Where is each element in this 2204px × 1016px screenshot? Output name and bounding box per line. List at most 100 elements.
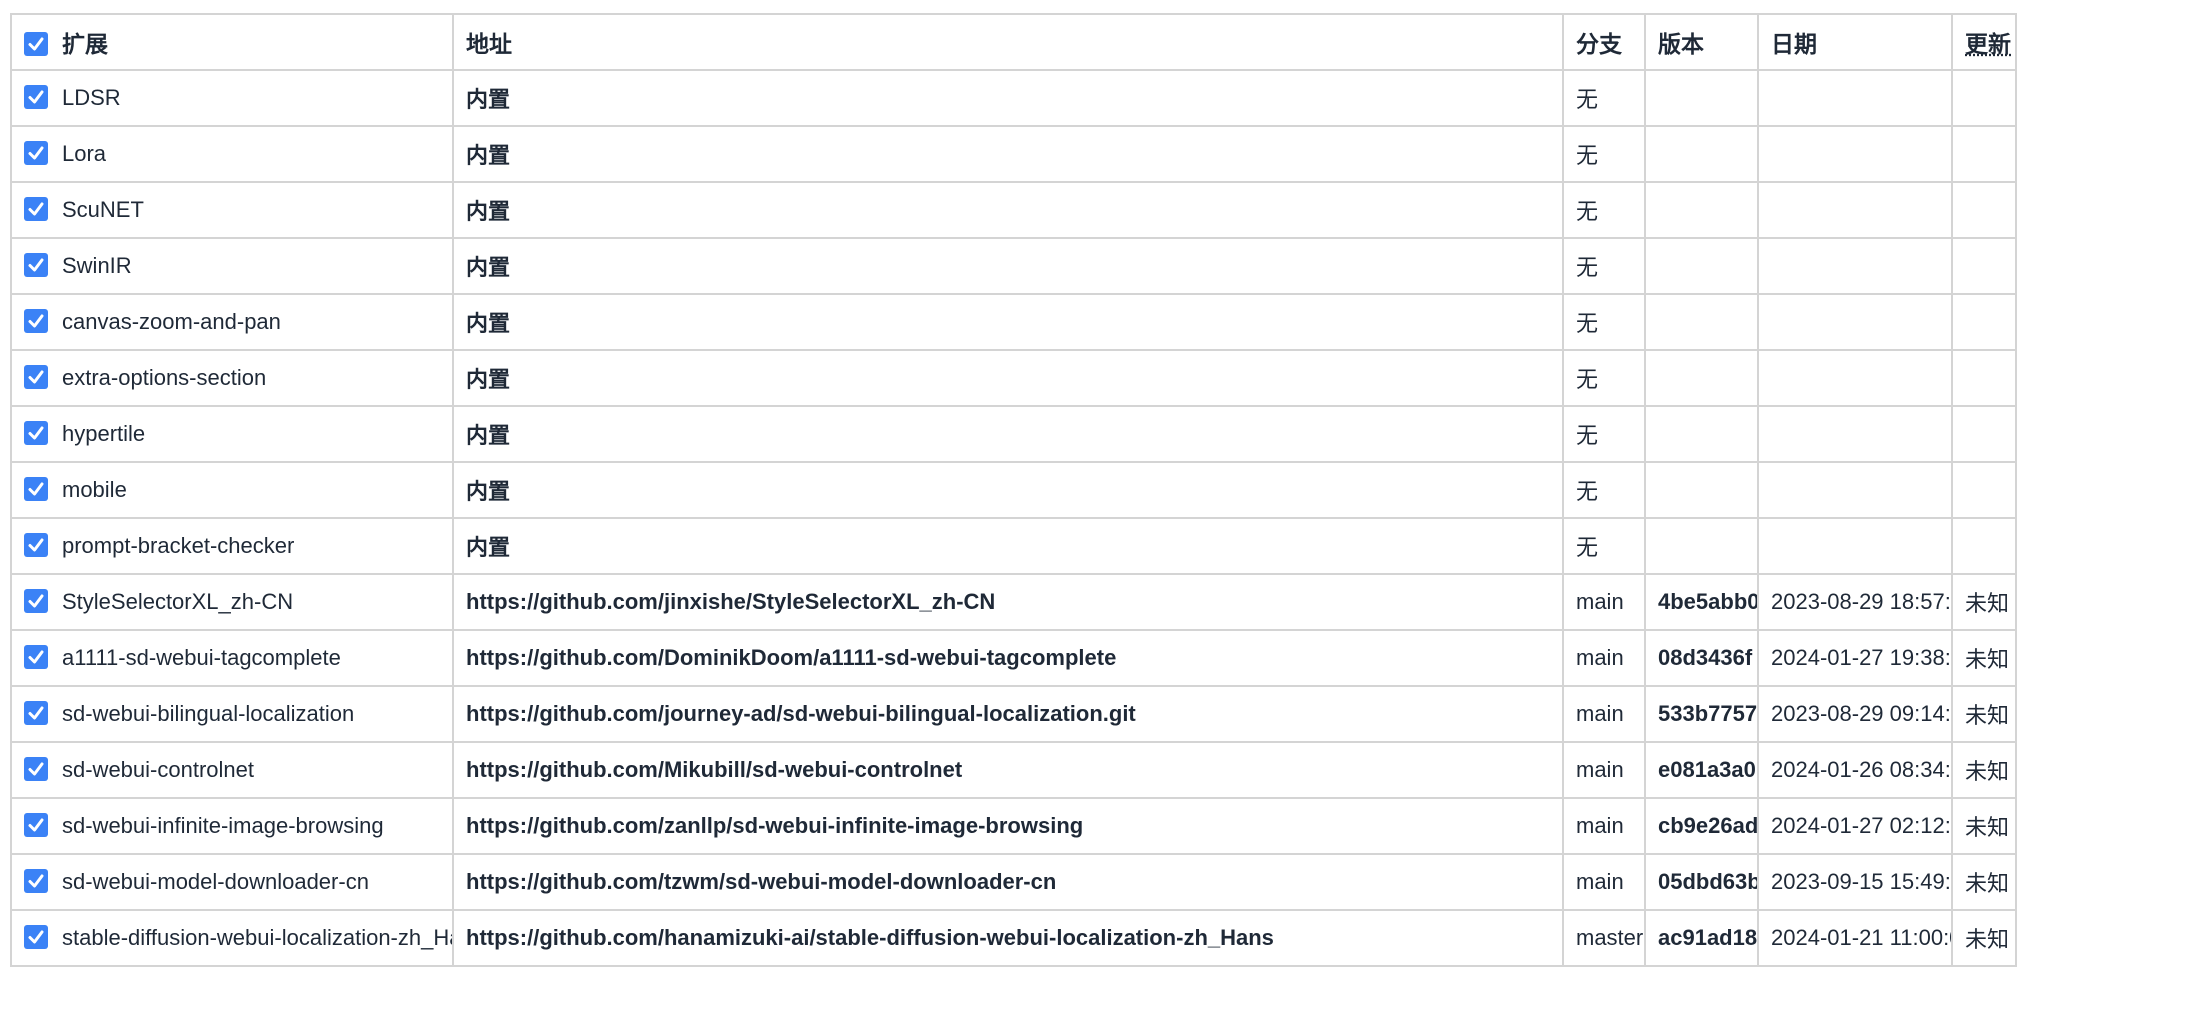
extension-name: StyleSelectorXL_zh-CN bbox=[62, 588, 294, 614]
url-cell: https://github.com/Mikubill/sd-webui-con… bbox=[452, 741, 1564, 799]
enable-checkbox[interactable] bbox=[24, 757, 48, 782]
enable-checkbox[interactable] bbox=[24, 869, 48, 894]
header-date: 日期 bbox=[1757, 13, 1953, 71]
enable-checkbox[interactable] bbox=[24, 701, 48, 726]
version-cell bbox=[1644, 181, 1759, 239]
extension-name: canvas-zoom-and-pan bbox=[62, 308, 281, 334]
header-row: 扩展 地址 分支 版本 日期 更新 bbox=[10, 13, 2017, 71]
url-cell: 内置 bbox=[452, 237, 1564, 295]
date-cell: 2023-09-15 15:49:14 bbox=[1757, 853, 1953, 911]
version-cell: 533b7757 bbox=[1644, 685, 1759, 743]
date-cell bbox=[1757, 349, 1953, 407]
url-cell: https://github.com/journey-ad/sd-webui-b… bbox=[452, 685, 1564, 743]
table-row: sd-webui-bilingual-localization https://… bbox=[10, 685, 2017, 743]
version-cell bbox=[1644, 517, 1759, 575]
header-update-label[interactable]: 更新 bbox=[1965, 31, 2011, 57]
version-cell bbox=[1644, 461, 1759, 519]
table-row: Lora 内置 无 bbox=[10, 125, 2017, 183]
table-row: extra-options-section 内置 无 bbox=[10, 349, 2017, 407]
header-branch: 分支 bbox=[1562, 13, 1646, 71]
update-cell: 未知 bbox=[1951, 909, 2017, 967]
update-cell bbox=[1951, 517, 2017, 575]
date-cell bbox=[1757, 69, 1953, 127]
table-row: sd-webui-infinite-image-browsing https:/… bbox=[10, 797, 2017, 855]
branch-cell: 无 bbox=[1562, 517, 1646, 575]
enable-checkbox[interactable] bbox=[24, 309, 48, 334]
header-version: 版本 bbox=[1644, 13, 1759, 71]
extension-cell: StyleSelectorXL_zh-CN bbox=[10, 573, 454, 631]
extension-name: ScuNET bbox=[62, 196, 144, 222]
update-cell bbox=[1951, 237, 2017, 295]
date-cell: 2024-01-21 11:00:03 bbox=[1757, 909, 1953, 967]
extension-name: sd-webui-controlnet bbox=[62, 756, 254, 782]
enable-checkbox[interactable] bbox=[24, 365, 48, 390]
branch-cell: 无 bbox=[1562, 293, 1646, 351]
extension-name: prompt-bracket-checker bbox=[62, 532, 295, 558]
table-row: stable-diffusion-webui-localization-zh_H… bbox=[10, 909, 2017, 967]
url-cell: 内置 bbox=[452, 517, 1564, 575]
table-row: StyleSelectorXL_zh-CN https://github.com… bbox=[10, 573, 2017, 631]
url-cell: 内置 bbox=[452, 461, 1564, 519]
enable-checkbox[interactable] bbox=[24, 589, 48, 614]
version-cell: 4be5abb0 bbox=[1644, 573, 1759, 631]
url-cell: 内置 bbox=[452, 293, 1564, 351]
url-cell: https://github.com/DominikDoom/a1111-sd-… bbox=[452, 629, 1564, 687]
version-cell bbox=[1644, 69, 1759, 127]
header-extension-label: 扩展 bbox=[62, 31, 108, 57]
enable-checkbox[interactable] bbox=[24, 85, 48, 110]
branch-cell: main bbox=[1562, 741, 1646, 799]
extension-name: sd-webui-model-downloader-cn bbox=[62, 868, 369, 894]
extension-cell: sd-webui-bilingual-localization bbox=[10, 685, 454, 743]
date-cell bbox=[1757, 517, 1953, 575]
update-cell bbox=[1951, 405, 2017, 463]
table-row: a1111-sd-webui-tagcomplete https://githu… bbox=[10, 629, 2017, 687]
url-cell: https://github.com/hanamizuki-ai/stable-… bbox=[452, 909, 1564, 967]
update-cell bbox=[1951, 293, 2017, 351]
branch-cell: 无 bbox=[1562, 237, 1646, 295]
branch-cell: main bbox=[1562, 573, 1646, 631]
date-cell bbox=[1757, 125, 1953, 183]
url-cell: 内置 bbox=[452, 125, 1564, 183]
url-cell: 内置 bbox=[452, 405, 1564, 463]
date-cell: 2023-08-29 09:14:56 bbox=[1757, 685, 1953, 743]
url-cell: https://github.com/tzwm/sd-webui-model-d… bbox=[452, 853, 1564, 911]
table-row: hypertile 内置 无 bbox=[10, 405, 2017, 463]
branch-cell: 无 bbox=[1562, 405, 1646, 463]
version-cell: e081a3a0 bbox=[1644, 741, 1759, 799]
extension-name: stable-diffusion-webui-localization-zh_H… bbox=[62, 924, 453, 950]
table-row: mobile 内置 无 bbox=[10, 461, 2017, 519]
enable-checkbox[interactable] bbox=[24, 925, 48, 950]
branch-cell: 无 bbox=[1562, 349, 1646, 407]
version-cell bbox=[1644, 349, 1759, 407]
update-cell bbox=[1951, 181, 2017, 239]
enable-checkbox[interactable] bbox=[24, 253, 48, 278]
enable-checkbox[interactable] bbox=[24, 533, 48, 558]
extension-name: extra-options-section bbox=[62, 364, 267, 390]
enable-checkbox[interactable] bbox=[24, 813, 48, 838]
branch-cell: 无 bbox=[1562, 69, 1646, 127]
extension-cell: Lora bbox=[10, 125, 454, 183]
branch-cell: 无 bbox=[1562, 181, 1646, 239]
header-update: 更新 bbox=[1951, 13, 2017, 71]
table-row: LDSR 内置 无 bbox=[10, 69, 2017, 127]
enable-checkbox[interactable] bbox=[24, 477, 48, 502]
extension-cell: sd-webui-infinite-image-browsing bbox=[10, 797, 454, 855]
extension-name: hypertile bbox=[62, 420, 146, 446]
enable-checkbox[interactable] bbox=[24, 197, 48, 222]
branch-cell: master bbox=[1562, 909, 1646, 967]
update-cell: 未知 bbox=[1951, 685, 2017, 743]
url-cell: 内置 bbox=[452, 181, 1564, 239]
update-cell: 未知 bbox=[1951, 853, 2017, 911]
date-cell: 2024-01-26 08:34:23 bbox=[1757, 741, 1953, 799]
enable-checkbox[interactable] bbox=[24, 645, 48, 670]
header-extension: 扩展 bbox=[10, 13, 454, 71]
extension-cell: stable-diffusion-webui-localization-zh_H… bbox=[10, 909, 454, 967]
extension-cell: a1111-sd-webui-tagcomplete bbox=[10, 629, 454, 687]
table-row: prompt-bracket-checker 内置 无 bbox=[10, 517, 2017, 575]
select-all-checkbox[interactable] bbox=[24, 31, 48, 56]
enable-checkbox[interactable] bbox=[24, 141, 48, 166]
date-cell: 2024-01-27 19:38:08 bbox=[1757, 629, 1953, 687]
table-row: ScuNET 内置 无 bbox=[10, 181, 2017, 239]
header-url: 地址 bbox=[452, 13, 1564, 71]
enable-checkbox[interactable] bbox=[24, 421, 48, 446]
